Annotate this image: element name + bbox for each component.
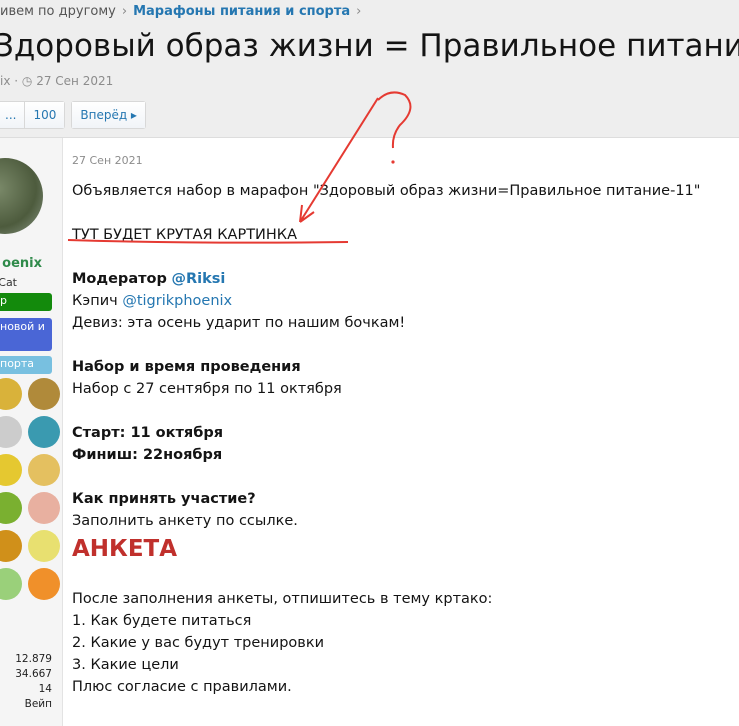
award-icon[interactable] <box>0 530 22 562</box>
pagination: ... 100 Вперёд ▸ <box>0 101 146 129</box>
page-ellipsis[interactable]: ... <box>0 102 26 128</box>
captain-mention[interactable]: @tigrikphoenix <box>122 293 232 309</box>
stat-points: 14 <box>38 683 52 695</box>
finish-date: Финиш: 22ноября <box>72 447 223 463</box>
post: oenix Cat р новой и порта 12.879 34.667 … <box>0 137 739 726</box>
after-text: После заполнения анкеты, отпишитесь в те… <box>72 591 493 607</box>
captain-label: Кэпич <box>72 293 118 309</box>
list-item: 3. Какие цели <box>72 657 179 673</box>
avatar[interactable] <box>0 158 43 234</box>
medal-8-icon[interactable] <box>28 378 60 410</box>
username[interactable]: oenix <box>2 256 42 271</box>
stat-reactions: 34.667 <box>15 668 52 680</box>
smiley-icon[interactable] <box>28 530 60 562</box>
stat-location: Вейп <box>24 698 52 710</box>
user-title: Cat <box>0 276 17 289</box>
schedule: Набор с 27 сентября по 11 октября <box>72 381 342 397</box>
user-banner: порта <box>0 356 52 374</box>
award-icon[interactable] <box>0 416 22 448</box>
how-title: Как принять участие? <box>72 491 256 507</box>
plant-icon[interactable] <box>0 568 22 600</box>
post-date[interactable]: 27 Сен 2021 <box>72 150 143 172</box>
thread-date[interactable]: 27 Сен 2021 <box>36 74 113 88</box>
heart-hands-icon[interactable] <box>28 492 60 524</box>
chevron-right-icon: › <box>356 4 362 19</box>
how-text: Заполнить анкету по ссылке. <box>72 513 298 529</box>
palm-icon[interactable] <box>0 378 22 410</box>
user-banner: р <box>0 293 52 311</box>
breadcrumb-item[interactable]: ивем по другому <box>0 4 116 19</box>
user-banner: новой и <box>0 318 52 351</box>
breadcrumb: ивем по другому › Марафоны питания и спорт… <box>0 4 367 19</box>
moderator-label: Модератор <box>72 271 167 287</box>
intro: Объявляется набор в марафон "Здоровый об… <box>72 183 701 199</box>
stat-messages: 12.879 <box>15 653 52 665</box>
form-link[interactable]: АНКЕТА <box>72 532 700 566</box>
motto: Девиз: эта осень ударит по нашим бочкам! <box>72 315 406 331</box>
award-icon[interactable] <box>0 492 22 524</box>
schedule-title: Набор и время проведения <box>72 359 301 375</box>
list-item: 2. Какие у вас будут тренировки <box>72 635 325 651</box>
trophy-icons <box>0 378 60 600</box>
user-sidebar: oenix Cat р новой и порта 12.879 34.667 … <box>0 138 63 726</box>
list-item: 1. Как будете питаться <box>72 613 252 629</box>
breadcrumb-item[interactable]: Марафоны питания и спорта <box>133 4 350 19</box>
clock-icon: ◷ <box>21 74 33 88</box>
chevron-right-icon: › <box>121 4 128 19</box>
start-date: Старт: 11 октября <box>72 425 224 441</box>
page-last[interactable]: 100 <box>25 102 65 128</box>
page-title: Здоровый образ жизни = Правильное питани… <box>0 28 739 64</box>
footer-text: Плюс согласие с правилами. <box>72 679 292 695</box>
award-icon[interactable] <box>0 454 22 486</box>
helm-icon[interactable] <box>28 416 60 448</box>
next-page-button[interactable]: Вперёд ▸ <box>72 102 145 128</box>
user-stats: 12.879 34.667 14 Вейп <box>15 652 52 712</box>
image-placeholder: ТУТ БУДЕТ КРУТАЯ КАРТИНКА <box>72 227 298 243</box>
thread-meta: ix · ◷ 27 Сен 2021 <box>0 74 114 88</box>
moderator-mention[interactable]: @Riksi <box>171 271 225 287</box>
trophy-icon[interactable] <box>28 454 60 486</box>
tigger-icon[interactable] <box>28 568 60 600</box>
author-link[interactable]: ix <box>0 74 10 88</box>
